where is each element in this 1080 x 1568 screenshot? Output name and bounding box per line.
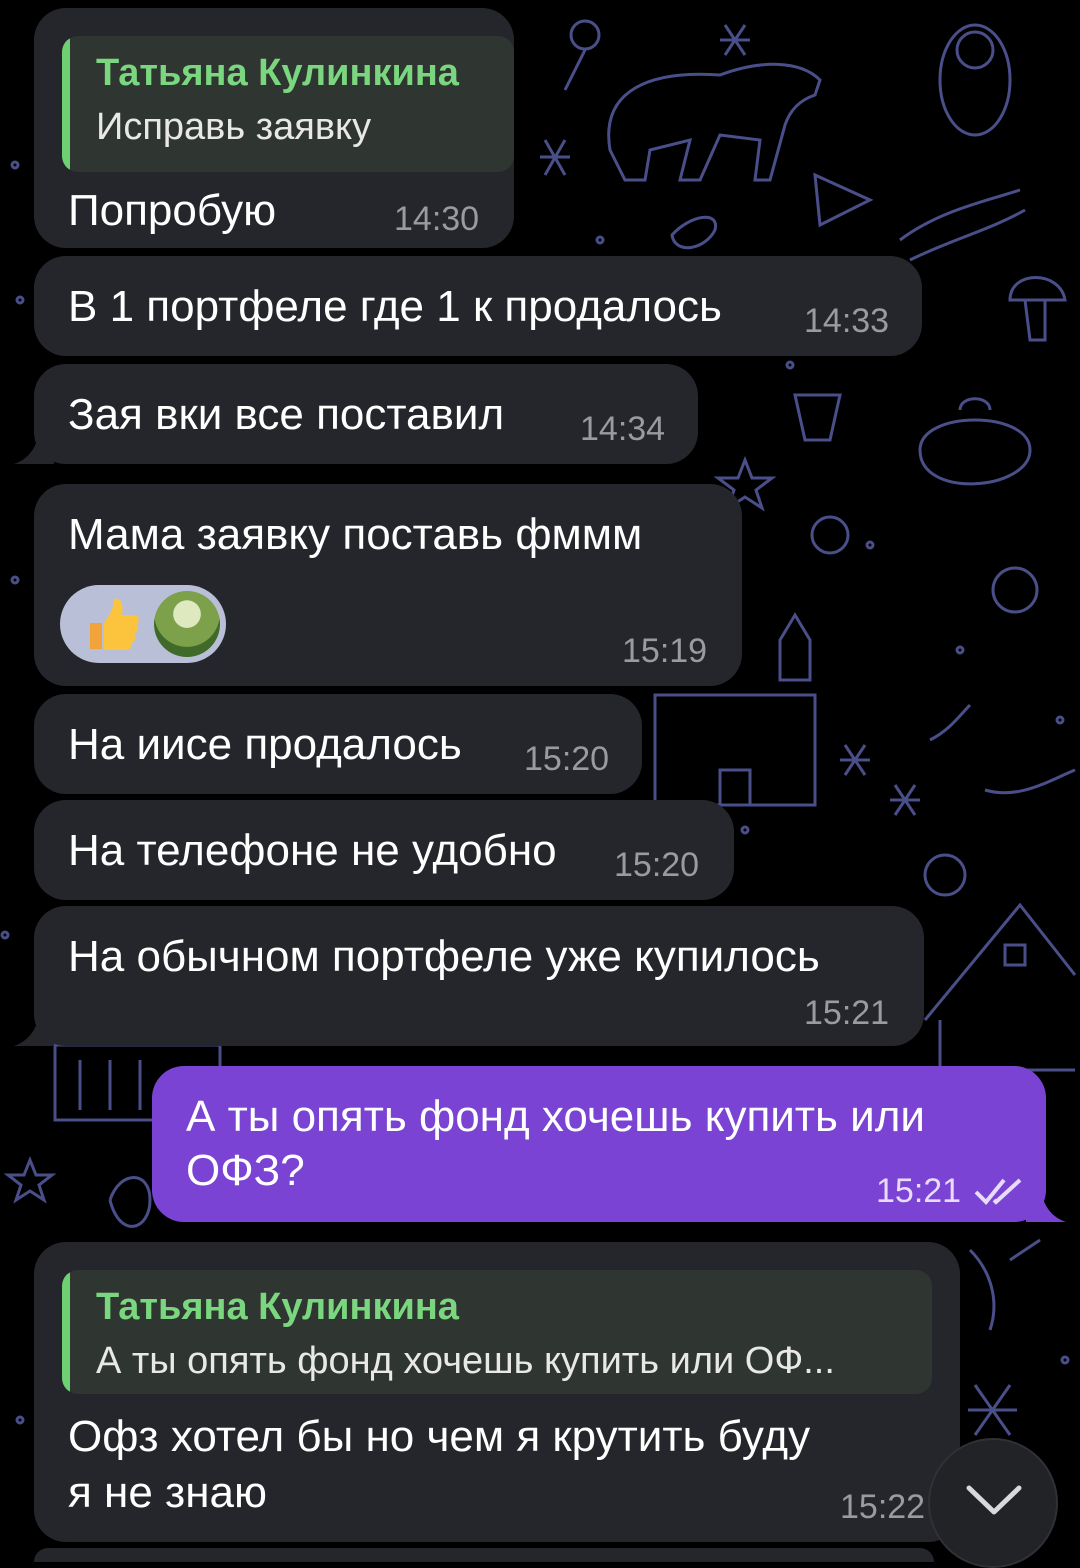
message-bubble[interactable]: На обычном портфеле уже купилось 15:21	[34, 906, 924, 1046]
message-time: 14:34	[580, 410, 666, 448]
reaction-chip[interactable]	[60, 585, 226, 663]
bubble-tail	[14, 1006, 54, 1046]
message-bubble-partial	[34, 1548, 934, 1562]
reply-author: Татьяна Кулинкина	[96, 1286, 459, 1328]
thumbs-up-emoji	[90, 598, 139, 650]
message-time: 15:21	[876, 1172, 962, 1210]
outgoing-message-bubble[interactable]: А ты опять фонд хочешь купить или ОФЗ? 1…	[152, 1066, 1046, 1222]
message-text-line-2: я не знаю	[68, 1468, 267, 1517]
message-text: Мама заявку поставь фммм	[68, 510, 643, 559]
message-bubble[interactable]: На телефоне не удобно 15:20	[34, 800, 734, 900]
message-bubble[interactable]: На иисе продалось 15:20	[34, 694, 642, 794]
message-text-line-2: ОФЗ?	[186, 1146, 305, 1195]
message-text: На иисе продалось	[68, 720, 462, 769]
bubble-tail	[14, 424, 54, 464]
message-text: В 1 портфеле где 1 к продалось	[68, 282, 722, 331]
reply-accent-bar	[62, 1270, 70, 1394]
message-bubble[interactable]: Татьяна Кулинкина Исправь заявку Попробу…	[34, 8, 514, 248]
reply-preview[interactable]: Татьяна Кулинкина А ты опять фонд хочешь…	[62, 1270, 932, 1394]
message-time: 14:33	[804, 302, 890, 340]
message-time: 15:20	[524, 740, 610, 778]
message-text-line-1: Офз хотел бы но чем я крутить буду	[68, 1412, 811, 1461]
reply-text: А ты опять фонд хочешь купить или ОФ...	[96, 1340, 835, 1382]
message-bubble[interactable]: В 1 портфеле где 1 к продалось 14:33	[34, 256, 922, 356]
double-check-icon	[974, 1178, 1022, 1205]
reply-preview[interactable]: Татьяна Кулинкина Исправь заявку	[62, 36, 514, 172]
message-time: 15:20	[614, 846, 700, 884]
message-time: 15:21	[804, 994, 890, 1032]
message-text: Попробую	[68, 186, 277, 235]
message-time: 14:30	[394, 200, 480, 238]
scroll-to-bottom-button[interactable]	[928, 1438, 1058, 1568]
message-text-line-1: А ты опять фонд хочешь купить или	[186, 1092, 925, 1141]
message-text: На телефоне не удобно	[68, 826, 557, 875]
message-bubble[interactable]: Зая вки все поставил 14:34	[34, 364, 698, 464]
message-time: 15:22	[840, 1488, 926, 1526]
reactor-avatar	[154, 591, 220, 657]
reply-accent-bar	[62, 36, 70, 172]
message-time: 15:19	[622, 632, 708, 670]
reply-text: Исправь заявку	[96, 106, 372, 148]
bubble-tail	[1026, 1182, 1066, 1222]
message-text: На обычном портфеле уже купилось	[68, 932, 820, 981]
message-bubble[interactable]: Татьяна Кулинкина А ты опять фонд хочешь…	[34, 1242, 960, 1542]
chevron-down-icon	[966, 1485, 1022, 1515]
reply-author: Татьяна Кулинкина	[96, 52, 459, 94]
message-text: Зая вки все поставил	[68, 390, 505, 439]
